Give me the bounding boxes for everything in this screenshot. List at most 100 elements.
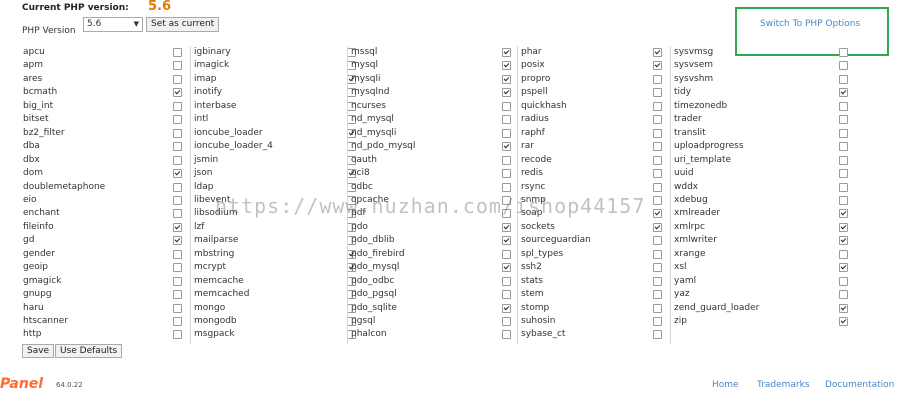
extension-checkbox[interactable]	[653, 263, 662, 273]
extension-checkbox[interactable]	[502, 290, 511, 300]
extension-row: uri_template	[671, 154, 851, 167]
extension-checkbox[interactable]	[653, 182, 662, 192]
extension-checkbox[interactable]	[502, 317, 511, 326]
set-as-current-button[interactable]: Set as current	[146, 17, 220, 32]
extension-row: mongodb	[191, 315, 356, 328]
extension-checkbox[interactable]	[653, 195, 662, 205]
extension-checkbox[interactable]	[173, 209, 182, 219]
extension-checkbox[interactable]	[653, 101, 662, 111]
extension-checkbox[interactable]	[839, 48, 848, 57]
extension-row: translit	[671, 127, 851, 140]
extension-checkbox[interactable]	[173, 115, 182, 125]
extension-checkbox[interactable]	[173, 155, 182, 165]
extension-checkbox[interactable]	[502, 249, 511, 259]
extension-checkbox[interactable]	[653, 236, 662, 246]
extension-checkbox[interactable]	[173, 303, 182, 313]
extension-checkbox[interactable]	[839, 195, 848, 205]
extension-checkbox[interactable]	[502, 88, 511, 98]
extension-checkbox[interactable]	[839, 155, 848, 165]
extension-checkbox[interactable]	[173, 48, 182, 57]
extension-checkbox[interactable]	[653, 128, 662, 138]
extension-checkbox[interactable]	[502, 236, 511, 246]
extension-checkbox[interactable]	[173, 330, 182, 340]
extension-checkbox[interactable]	[173, 128, 182, 138]
extension-checkbox[interactable]	[502, 61, 511, 71]
extension-checkbox[interactable]	[839, 249, 848, 259]
extension-checkbox[interactable]	[173, 195, 182, 205]
extension-checkbox[interactable]	[502, 276, 511, 286]
extension-checkbox[interactable]	[502, 182, 511, 192]
chevron-down-icon: ▼	[133, 20, 139, 28]
extension-checkbox[interactable]	[653, 290, 662, 300]
extension-checkbox[interactable]	[653, 303, 662, 313]
extension-checkbox[interactable]	[502, 142, 511, 152]
footer-link-documentation[interactable]: Documentation	[825, 380, 894, 390]
extension-checkbox[interactable]	[653, 317, 662, 326]
footer-link-home[interactable]: Home	[712, 380, 739, 390]
extension-checkbox[interactable]	[653, 142, 662, 152]
extension-checkbox[interactable]	[839, 101, 848, 111]
extension-checkbox[interactable]	[839, 276, 848, 286]
extension-checkbox[interactable]	[502, 222, 511, 232]
extension-checkbox[interactable]	[173, 249, 182, 259]
extension-checkbox[interactable]	[502, 330, 511, 340]
extension-checkbox[interactable]	[653, 169, 662, 179]
extension-checkbox[interactable]	[839, 169, 848, 179]
extension-checkbox[interactable]	[839, 290, 848, 300]
footer-link-trademarks[interactable]: Trademarks	[757, 380, 810, 390]
extension-checkbox[interactable]	[653, 276, 662, 286]
extension-checkbox[interactable]	[173, 88, 182, 98]
extension-checkbox[interactable]	[653, 61, 662, 71]
extension-checkbox[interactable]	[653, 48, 662, 57]
extension-checkbox[interactable]	[839, 182, 848, 192]
extension-checkbox[interactable]	[653, 74, 662, 84]
extension-row: mysqlnd	[348, 86, 518, 99]
extension-checkbox[interactable]	[653, 330, 662, 340]
extension-checkbox[interactable]	[839, 303, 848, 313]
extension-checkbox[interactable]	[173, 101, 182, 111]
extension-checkbox[interactable]	[653, 209, 662, 219]
extension-checkbox[interactable]	[502, 74, 511, 84]
extension-checkbox[interactable]	[502, 128, 511, 138]
php-version-select[interactable]: 5.6 ▼	[83, 17, 143, 32]
extension-label: haru	[23, 302, 44, 313]
extension-checkbox[interactable]	[173, 317, 182, 326]
extension-checkbox[interactable]	[173, 236, 182, 246]
extension-checkbox[interactable]	[653, 88, 662, 98]
extension-checkbox[interactable]	[173, 74, 182, 84]
extension-label: phar	[521, 47, 542, 57]
extension-checkbox[interactable]	[502, 303, 511, 313]
extension-checkbox[interactable]	[839, 222, 848, 232]
extension-checkbox[interactable]	[839, 142, 848, 152]
extension-checkbox[interactable]	[502, 263, 511, 273]
extension-checkbox[interactable]	[839, 115, 848, 125]
extension-checkbox[interactable]	[502, 101, 511, 111]
extension-checkbox[interactable]	[173, 182, 182, 192]
extension-checkbox[interactable]	[502, 48, 511, 57]
extension-checkbox[interactable]	[173, 276, 182, 286]
extension-checkbox[interactable]	[173, 142, 182, 152]
extension-checkbox[interactable]	[653, 115, 662, 125]
extension-checkbox[interactable]	[653, 222, 662, 232]
extension-checkbox[interactable]	[839, 61, 848, 71]
extension-checkbox[interactable]	[502, 155, 511, 165]
extension-checkbox[interactable]	[173, 263, 182, 273]
save-button[interactable]: Save	[22, 344, 55, 358]
extension-checkbox[interactable]	[839, 263, 848, 273]
extension-checkbox[interactable]	[502, 169, 511, 179]
extension-checkbox[interactable]	[839, 236, 848, 246]
extension-checkbox[interactable]	[173, 61, 182, 71]
extension-checkbox[interactable]	[839, 209, 848, 219]
extension-checkbox[interactable]	[839, 88, 848, 98]
extension-checkbox[interactable]	[173, 290, 182, 300]
use-defaults-button[interactable]: Use Defaults	[55, 344, 123, 358]
extension-checkbox[interactable]	[839, 317, 848, 326]
extension-checkbox[interactable]	[653, 249, 662, 259]
extension-checkbox[interactable]	[839, 74, 848, 84]
extension-checkbox[interactable]	[173, 222, 182, 232]
switch-to-php-options-link[interactable]: Switch To PHP Options	[760, 19, 860, 29]
extension-checkbox[interactable]	[653, 155, 662, 165]
extension-checkbox[interactable]	[173, 169, 182, 179]
extension-checkbox[interactable]	[839, 128, 848, 138]
extension-checkbox[interactable]	[502, 115, 511, 125]
